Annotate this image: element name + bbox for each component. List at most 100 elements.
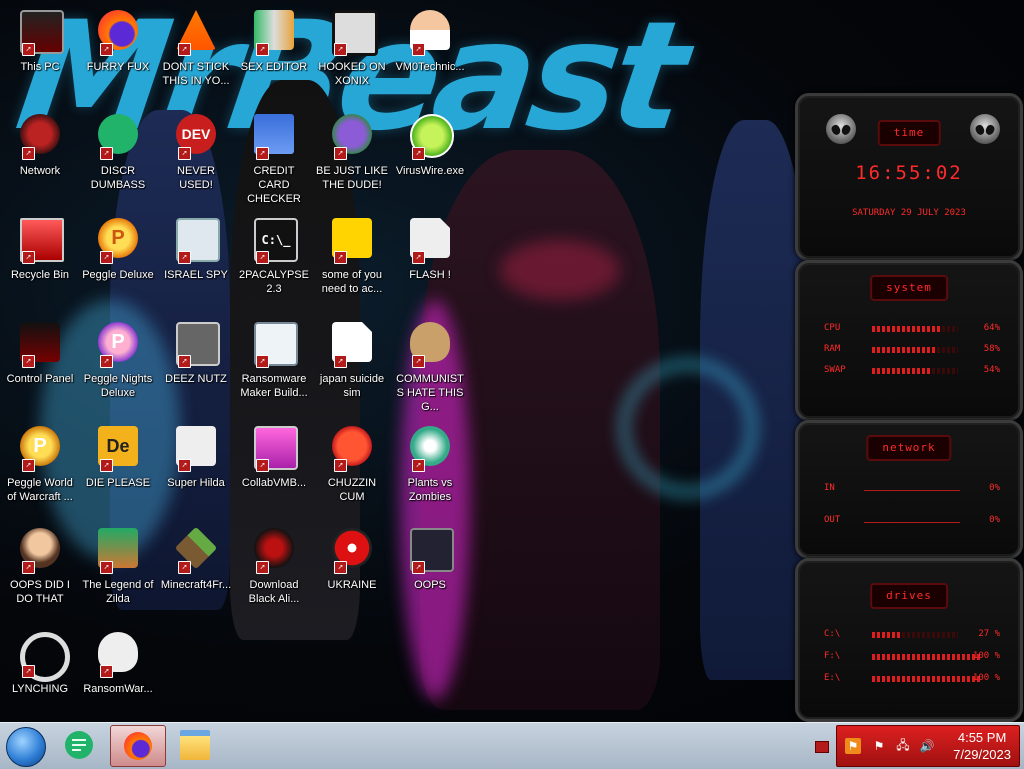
desktop-icon[interactable]: ➚ some of you need to ac... bbox=[314, 212, 390, 312]
system-gadget-title: system bbox=[870, 275, 948, 301]
desktop-icon[interactable]: ➚ CHUZZIN CUM bbox=[314, 420, 390, 520]
desktop-icon[interactable]: ➚ FLASH ! bbox=[392, 212, 468, 312]
desktop-icon-label: FLASH ! bbox=[409, 269, 451, 281]
desktop-icon[interactable]: De ➚ DIE PLEASE bbox=[80, 420, 156, 520]
desktop-icon[interactable]: ➚ LYNCHING bbox=[2, 626, 78, 726]
shortcut-arrow-icon: ➚ bbox=[412, 251, 425, 264]
desktop-icon[interactable]: ➚ HOOKED ON XONIX bbox=[314, 4, 390, 104]
desktop-icon[interactable]: DEV ➚ NEVER USED! bbox=[158, 108, 234, 208]
desktop-icon-label: HOOKED ON XONIX bbox=[318, 61, 386, 87]
drives-row-label: E:\ bbox=[824, 673, 841, 683]
desktop-icon[interactable]: P ➚ Peggle World of Warcraft ... bbox=[2, 420, 78, 520]
desktop-icon[interactable]: ➚ UKRAINE bbox=[314, 522, 390, 622]
desktop-icon-label: Download Black Ali... bbox=[248, 579, 300, 605]
desktop-icon[interactable]: ➚ Plants vs Zombies bbox=[392, 420, 468, 520]
network-gadget[interactable]: network IN 0% OUT 0% bbox=[795, 420, 1023, 559]
desktop-icon-label: DONT STICK THIS IN YO... bbox=[162, 61, 230, 87]
desktop-icon-label: NEVER USED! bbox=[177, 165, 215, 191]
desktop-icon[interactable]: ➚ Super Hilda bbox=[158, 420, 234, 520]
desktop-icon-label: SEX EDITOR bbox=[240, 61, 308, 73]
desktop-icon[interactable]: ➚ FURRY FUX bbox=[80, 4, 156, 104]
desktop-icon-label: Minecraft4Fr... bbox=[160, 579, 232, 591]
shortcut-arrow-icon: ➚ bbox=[22, 251, 35, 264]
shortcut-arrow-icon: ➚ bbox=[334, 147, 347, 160]
network-graph-line bbox=[864, 522, 960, 523]
drives-meter-fill bbox=[872, 632, 902, 638]
flag-icon[interactable]: ⚑ bbox=[845, 738, 861, 754]
desktop-icon[interactable]: ➚ VM0Technic... bbox=[392, 4, 468, 104]
drives-gadget[interactable]: drives C:\ 27 % F:\ 100 % E:\ 100 % bbox=[795, 558, 1023, 722]
taskbar-clock[interactable]: 4:55 PM 7/29/2023 bbox=[953, 729, 1011, 763]
wallpaper-accent-stripe bbox=[500, 240, 620, 300]
system-row-label: SWAP bbox=[824, 365, 846, 375]
desktop-icon[interactable]: ➚ DISCR DUMBASS bbox=[80, 108, 156, 208]
shortcut-arrow-icon: ➚ bbox=[334, 355, 347, 368]
desktop-icon[interactable]: ➚ COMMUNISTS HATE THIS G... bbox=[392, 316, 468, 416]
shortcut-arrow-icon: ➚ bbox=[100, 147, 113, 160]
system-gadget[interactable]: system CPU 64% RAM 58% SWAP 54% bbox=[795, 260, 1023, 421]
desktop-icon[interactable]: ➚ OOPS bbox=[392, 522, 468, 622]
desktop-icon[interactable]: ➚ SEX EDITOR bbox=[236, 4, 312, 104]
desktop-icon-label: LYNCHING bbox=[11, 683, 69, 695]
shortcut-arrow-icon: ➚ bbox=[100, 355, 113, 368]
network-row-label: IN bbox=[824, 483, 835, 493]
desktop-icon[interactable]: ➚ Ransomware Maker Build... bbox=[236, 316, 312, 416]
action-center-flag-icon[interactable]: ⚑ bbox=[871, 738, 887, 754]
system-row-value: 64% bbox=[983, 323, 1000, 333]
network-tray-icon[interactable]: 🖧 bbox=[895, 738, 911, 754]
drives-gadget-title: drives bbox=[870, 583, 948, 609]
desktop-icon[interactable]: ➚ Download Black Ali... bbox=[236, 522, 312, 622]
network-gadget-title: network bbox=[866, 435, 952, 461]
drives-row: C:\ 27 % bbox=[824, 629, 1000, 641]
desktop-icon[interactable]: ➚ DEEZ NUTZ bbox=[158, 316, 234, 416]
clock-date: 7/29/2023 bbox=[953, 747, 1011, 762]
desktop-icon[interactable]: ➚ BE JUST LIKE THE DUDE! bbox=[314, 108, 390, 208]
desktop-icon[interactable]: ➚ VirusWire.exe bbox=[392, 108, 468, 208]
system-meter-fill bbox=[872, 368, 931, 374]
desktop-icon[interactable]: ➚ OOPS DID I DO THAT bbox=[2, 522, 78, 622]
desktop-icon[interactable]: ➚ DONT STICK THIS IN YO... bbox=[158, 4, 234, 104]
taskbar: ⚑ ⚑ 🖧 🔊 4:55 PM 7/29/2023 bbox=[0, 722, 1024, 769]
desktop-icon[interactable]: ➚ ISRAEL SPY bbox=[158, 212, 234, 312]
desktop-icon-label: DEEZ NUTZ bbox=[165, 373, 227, 385]
taskbar-firefox-button[interactable] bbox=[110, 725, 166, 767]
time-gadget-title: time bbox=[877, 120, 941, 146]
desktop-icon-label: Control Panel bbox=[6, 373, 74, 385]
taskbar-explorer-button[interactable] bbox=[168, 725, 222, 765]
desktop-icon[interactable]: ➚ This PC bbox=[2, 4, 78, 104]
gadget-date-readout: saturday 29 july 2023 bbox=[852, 208, 966, 218]
desktop-icon[interactable]: ➚ Network bbox=[2, 108, 78, 208]
drives-row-value: 100 % bbox=[972, 673, 1000, 683]
taskbar-discord-button[interactable] bbox=[52, 725, 106, 765]
shortcut-arrow-icon: ➚ bbox=[22, 665, 35, 678]
shortcut-arrow-icon: ➚ bbox=[178, 459, 191, 472]
desktop-icon[interactable]: C:\_ ➚ 2PACALYPSE 2.3 bbox=[236, 212, 312, 312]
desktop-icon[interactable]: ➚ CollabVMB... bbox=[236, 420, 312, 520]
desktop-icon-label: FURRY FUX bbox=[86, 61, 150, 73]
time-gadget[interactable]: time 16:55:02 saturday 29 july 2023 bbox=[795, 93, 1023, 261]
tray-overflow-icon[interactable] bbox=[815, 741, 829, 753]
system-row-label: RAM bbox=[824, 344, 841, 354]
file-explorer-icon bbox=[180, 730, 210, 760]
desktop-icon[interactable]: ➚ The Legend of Zilda bbox=[80, 522, 156, 622]
discord-icon bbox=[65, 731, 93, 759]
desktop-icon-label: CREDIT CARD CHECKER bbox=[247, 165, 301, 205]
desktop-icon-label: Recycle Bin bbox=[10, 269, 70, 281]
volume-icon[interactable]: 🔊 bbox=[919, 738, 935, 754]
start-button[interactable] bbox=[6, 727, 46, 767]
desktop-icon-label: japan suicide sim bbox=[319, 373, 385, 399]
desktop-icon[interactable]: P ➚ Peggle Deluxe bbox=[80, 212, 156, 312]
desktop-icon[interactable]: ➚ Control Panel bbox=[2, 316, 78, 416]
desktop-icon[interactable]: P ➚ Peggle Nights Deluxe bbox=[80, 316, 156, 416]
shortcut-arrow-icon: ➚ bbox=[178, 251, 191, 264]
desktop-icon-label: CollabVMB... bbox=[241, 477, 307, 489]
shortcut-arrow-icon: ➚ bbox=[22, 561, 35, 574]
desktop-icon[interactable]: ➚ CREDIT CARD CHECKER bbox=[236, 108, 312, 208]
desktop-icon[interactable]: ➚ Minecraft4Fr... bbox=[158, 522, 234, 622]
shortcut-arrow-icon: ➚ bbox=[100, 459, 113, 472]
desktop-icon[interactable]: ➚ RansomWar... bbox=[80, 626, 156, 726]
desktop-icon[interactable]: ➚ japan suicide sim bbox=[314, 316, 390, 416]
shortcut-arrow-icon: ➚ bbox=[256, 251, 269, 264]
system-row: SWAP 54% bbox=[824, 365, 1000, 377]
desktop-icon[interactable]: ➚ Recycle Bin bbox=[2, 212, 78, 312]
